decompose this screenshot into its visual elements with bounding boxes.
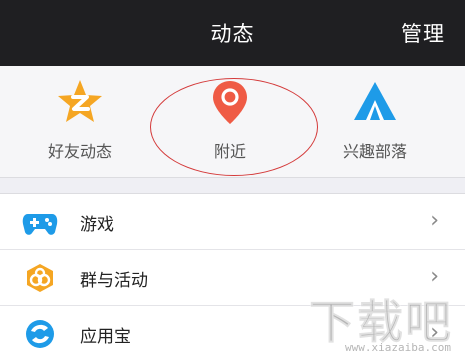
group-activity-icon	[27, 264, 53, 292]
manage-button[interactable]: 管理	[401, 18, 445, 48]
page-title: 动态	[210, 22, 255, 46]
star-z-icon	[58, 80, 102, 122]
friends-feed-entry[interactable]: 好友动态	[20, 78, 140, 162]
games-label: 游戏	[80, 215, 114, 235]
tent-icon	[354, 82, 396, 120]
site-watermark: 下载吧 www.xiazaiba.com	[309, 286, 459, 355]
gamepad-icon	[22, 214, 58, 235]
interest-tribe-label: 兴趣部落	[342, 142, 407, 161]
highlight-annotation	[150, 78, 318, 176]
list-item-games[interactable]: 游戏 ›	[0, 194, 465, 250]
groups-activities-label: 群与活动	[80, 271, 148, 291]
app-store-label: 应用宝	[80, 327, 131, 347]
app-store-icon	[26, 320, 54, 348]
watermark-url: www.xiazaiba.com	[345, 341, 451, 354]
top-bar: 动态 管理	[0, 0, 465, 66]
friends-feed-label: 好友动态	[47, 142, 112, 161]
interest-tribe-entry[interactable]: 兴趣部落	[315, 78, 435, 162]
chevron-right-icon: ›	[430, 208, 439, 233]
